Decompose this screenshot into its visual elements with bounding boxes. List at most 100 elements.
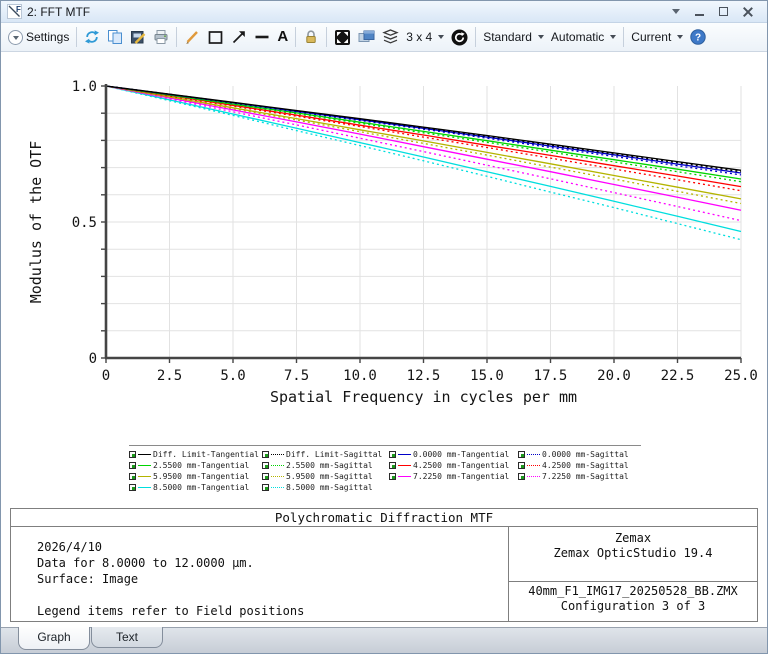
legend-label: 5.9500 mm-Sagittal [286,472,373,481]
x-tick-label: 0 [102,368,110,384]
legend-line-sample [138,465,151,466]
tab-text[interactable]: Text [91,627,163,648]
legend-line-sample [398,465,411,466]
fft-mtf-window: F 2: FFT MTF Settings [0,0,768,654]
legend-separator [129,445,641,446]
legend-line-sample [398,454,411,455]
refresh-button[interactable] [81,27,103,47]
legend-entry: 4.2500 mm-Sagittal [518,460,641,471]
legend-checkbox[interactable] [262,462,269,469]
legend-checkbox[interactable] [518,451,525,458]
standard-dropdown[interactable]: Standard [480,28,547,46]
legend-line-sample [271,476,284,477]
legend-line-sample [527,476,540,477]
draw-rectangle-button[interactable] [204,27,227,48]
analysis-details: 2026/4/10 Data for 8.0000 to 12.0000 μm.… [11,527,508,621]
settings-button[interactable]: Settings [5,28,72,47]
window-layout-button[interactable] [355,27,378,47]
graph-content: 00.51.002.55.07.510.012.515.017.520.022.… [1,52,767,627]
auto-update-button[interactable] [448,27,471,48]
copy-button[interactable] [104,27,126,47]
rectangle-icon [207,29,224,46]
legend-checkbox[interactable] [518,462,525,469]
legend-line-sample [271,465,284,466]
lock-button[interactable] [300,27,322,47]
legend-label: 4.2500 mm-Sagittal [542,461,629,470]
software-version: Zemax OpticStudio 19.4 [509,546,757,561]
current-dropdown[interactable]: Current [628,28,686,46]
x-tick-label: 12.5 [407,368,441,384]
draw-arrow-button[interactable] [228,27,250,47]
configuration-text: Configuration 3 of 3 [509,599,757,614]
legend-label: 8.5000 mm-Tangential [153,483,249,492]
chart-legend: Diff. Limit-TangentialDiff. Limit-Sagitt… [129,445,645,493]
legend-entry: 7.2250 mm-Tangential [389,471,518,482]
legend-checkbox[interactable] [389,451,396,458]
blank-line [37,587,508,603]
svg-text:F: F [16,5,21,14]
x-tick-label: 2.5 [157,368,182,384]
legend-entry: Diff. Limit-Sagittal [262,449,389,460]
auto-update-icon [451,29,468,46]
legend-label: Diff. Limit-Tangential [153,450,259,459]
layers-icon [382,29,399,45]
legend-checkbox[interactable] [129,451,136,458]
chart-title: Polychromatic Diffraction MTF [11,509,757,527]
x-tick-label: 22.5 [661,368,695,384]
fit-window-icon [334,29,351,46]
legend-checkbox[interactable] [129,462,136,469]
date-text: 2026/4/10 [37,539,508,555]
legend-label: 2.5500 mm-Tangential [153,461,249,470]
help-button[interactable]: ? [687,27,709,47]
tab-graph[interactable]: Graph [18,627,90,650]
legend-checkbox[interactable] [262,473,269,480]
save-icon [130,29,146,45]
chevron-down-icon [538,35,544,39]
legend-entry: 0.0000 mm-Sagittal [518,449,641,460]
legend-checkbox[interactable] [389,462,396,469]
copy-icon [107,29,123,45]
chevron-down-icon [610,35,616,39]
legend-line-sample [138,476,151,477]
minimize-button[interactable] [695,14,704,16]
fit-window-button[interactable] [331,27,354,48]
x-tick-label: 7.5 [284,368,309,384]
automatic-dropdown[interactable]: Automatic [548,28,619,46]
save-button[interactable] [127,27,149,47]
window-menu-chevron-icon[interactable] [672,9,680,14]
app-icon: F [7,4,22,19]
title-bar: F 2: FFT MTF [1,1,767,23]
x-tick-label: 10.0 [343,368,377,384]
legend-checkbox[interactable] [262,484,269,491]
layers-button[interactable] [379,27,402,47]
legend-label: 4.2500 mm-Tangential [413,461,509,470]
x-tick-label: 15.0 [470,368,504,384]
legend-line-sample [271,454,284,455]
separator [295,27,296,47]
legend-entry: 2.5500 mm-Tangential [129,460,262,471]
legend-grid: Diff. Limit-TangentialDiff. Limit-Sagitt… [129,449,645,493]
window-layout-icon [358,29,375,45]
legend-checkbox[interactable] [262,451,269,458]
maximize-button[interactable] [719,7,728,16]
grid-size-dropdown[interactable]: 3 x 4 [403,28,447,46]
vendor-name: Zemax [509,531,757,546]
draw-pencil-button[interactable] [181,27,203,47]
legend-entry: 5.9500 mm-Sagittal [262,471,389,482]
legend-checkbox[interactable] [389,473,396,480]
legend-checkbox[interactable] [518,473,525,480]
legend-entry: 2.5500 mm-Sagittal [262,460,389,471]
legend-line-sample [271,487,284,488]
toolbar: Settings [1,23,767,52]
close-button[interactable] [743,7,753,17]
chevron-down-icon [677,35,683,39]
legend-label: 0.0000 mm-Sagittal [542,450,629,459]
draw-text-button[interactable]: A [274,28,291,46]
legend-checkbox[interactable] [129,473,136,480]
print-button[interactable] [150,27,172,47]
draw-line-button[interactable] [251,27,273,47]
x-tick-label: 5.0 [220,368,245,384]
settings-chevron-icon [8,30,23,45]
x-tick-label: 17.5 [534,368,568,384]
legend-checkbox[interactable] [129,484,136,491]
